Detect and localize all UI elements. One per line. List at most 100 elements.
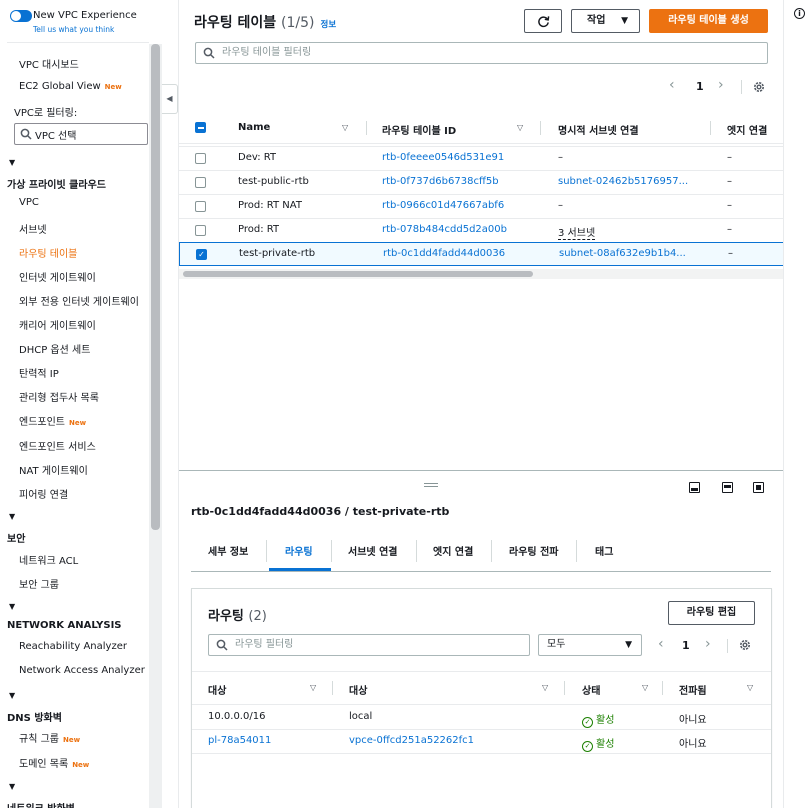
nav-route-tables[interactable]: 라우팅 테이블 — [19, 245, 77, 260]
cell-target[interactable]: vpce-0ffcd251a52262fc1 — [349, 735, 474, 746]
nav-internet-gateway[interactable]: 인터넷 게이트웨이 — [19, 269, 96, 284]
section-network-firewall[interactable]: 네트워크 방화벽 — [7, 800, 75, 808]
table-row[interactable]: test-public-rtb rtb-0f737d6b6738cff5b su… — [179, 170, 784, 194]
nav-endpoints[interactable]: 엔드포인트 New — [19, 413, 86, 428]
nav-subnets[interactable]: 서브넷 — [19, 221, 47, 236]
prev-page-icon[interactable]: ‹ — [669, 77, 675, 93]
nav-rule-groups[interactable]: 규칙 그룹 New — [19, 730, 80, 745]
create-route-table-button[interactable]: 라우팅 테이블 생성 — [649, 9, 768, 33]
col-target[interactable]: 대상 — [349, 682, 367, 697]
caret-down-icon[interactable]: ▼ — [9, 691, 15, 700]
sort-icon[interactable]: ▽ — [517, 123, 523, 132]
nav-vpc-dashboard[interactable]: VPC 대시보드 — [19, 56, 79, 71]
cell-route-table-id[interactable]: rtb-078b484cdd5d2a00b — [382, 224, 507, 235]
select-all-checkbox[interactable] — [195, 122, 206, 133]
panel-bottom-icon[interactable] — [689, 482, 700, 493]
cell-route-table-id[interactable]: rtb-0c1dd4fadd44d0036 — [383, 248, 505, 259]
horizontal-scrollbar[interactable] — [183, 271, 533, 277]
table-row[interactable]: Dev: RT rtb-0feeee0546d531e91 – – — [179, 146, 784, 170]
row-checkbox[interactable] — [195, 153, 206, 164]
resize-handle-icon[interactable] — [424, 483, 438, 487]
tab-details[interactable]: 세부 정보 — [208, 543, 248, 558]
sort-icon[interactable]: ▽ — [747, 683, 753, 692]
info-icon[interactable]: i — [794, 8, 805, 19]
cell-destination[interactable]: pl-78a54011 — [208, 735, 271, 746]
nav-endpoint-services[interactable]: 엔드포인트 서비스 — [19, 438, 96, 453]
tab-route-propagation[interactable]: 라우팅 전파 — [509, 543, 558, 558]
cell-subnet[interactable]: 3 서브넷 — [558, 224, 596, 240]
cell-route-table-id[interactable]: rtb-0feeee0546d531e91 — [382, 152, 504, 163]
prev-page-icon[interactable]: ‹ — [658, 636, 664, 652]
col-route-table-id[interactable]: 라우팅 테이블 ID — [382, 122, 456, 137]
section-network-analysis[interactable]: NETWORK ANALYSIS — [7, 620, 122, 631]
page-number[interactable]: 1 — [696, 80, 704, 93]
caret-down-icon[interactable]: ▼ — [9, 782, 15, 791]
col-propagated[interactable]: 전파됨 — [679, 682, 707, 697]
row-checkbox[interactable] — [195, 177, 206, 188]
section-dns-firewall[interactable]: DNS 방화벽 — [7, 709, 62, 724]
sort-icon[interactable]: ▽ — [342, 123, 348, 132]
row-checkbox[interactable] — [195, 201, 206, 212]
nav-network-acl[interactable]: 네트워크 ACL — [19, 552, 78, 567]
row-checkbox-checked[interactable]: ✓ — [196, 249, 207, 260]
page-number[interactable]: 1 — [682, 639, 690, 652]
tab-tags[interactable]: 태그 — [595, 543, 613, 558]
nav-peering[interactable]: 피어링 연결 — [19, 486, 68, 501]
feedback-link[interactable]: Tell us what you think — [33, 25, 114, 34]
actions-dropdown[interactable]: 작업 ▼ — [571, 9, 640, 33]
section-security[interactable]: 보안 — [7, 530, 25, 545]
col-explicit-subnet[interactable]: 명시적 서브넷 연결 — [558, 122, 639, 137]
sort-icon[interactable]: ▽ — [542, 683, 548, 692]
tab-edge-associations[interactable]: 엣지 연결 — [433, 543, 473, 558]
gear-icon[interactable] — [752, 80, 766, 94]
sidebar-scrollbar[interactable] — [151, 44, 160, 530]
nav-nat-gateway[interactable]: NAT 게이트웨이 — [19, 462, 88, 477]
cell-subnet[interactable]: subnet-08af632e9b1b4... — [559, 248, 686, 259]
col-status[interactable]: 상태 — [582, 682, 600, 697]
sort-icon[interactable]: ▽ — [642, 683, 648, 692]
next-page-icon[interactable]: › — [705, 636, 711, 652]
nav-domain-lists[interactable]: 도메인 목록 New — [19, 755, 89, 770]
cell-subnet[interactable]: subnet-02462b5176957... — [558, 176, 688, 187]
tab-routes[interactable]: 라우팅 — [285, 543, 313, 558]
vpc-select[interactable]: VPC 선택 — [14, 123, 148, 145]
new-experience-toggle[interactable] — [10, 10, 32, 22]
refresh-button[interactable] — [524, 9, 562, 33]
nav-reachability-analyzer[interactable]: Reachability Analyzer — [19, 641, 127, 652]
nav-elastic-ip[interactable]: 탄력적 IP — [19, 365, 59, 380]
nav-security-groups[interactable]: 보안 그룹 — [19, 576, 59, 591]
cell-route-table-id[interactable]: rtb-0f737d6b6738cff5b — [382, 176, 499, 187]
next-page-icon[interactable]: › — [718, 77, 724, 93]
table-row[interactable]: Prod: RT rtb-078b484cdd5d2a00b 3 서브넷 – — [179, 218, 784, 242]
panel-fullscreen-icon[interactable] — [753, 482, 764, 493]
sort-icon[interactable]: ▽ — [310, 683, 316, 692]
info-link[interactable]: 정보 — [321, 20, 337, 30]
collapse-sidebar-button[interactable]: ◀ — [162, 84, 178, 114]
col-name[interactable]: Name — [238, 122, 270, 133]
row-checkbox[interactable] — [195, 225, 206, 236]
routes-search-input[interactable]: 라우팅 필터링 — [208, 634, 530, 656]
nav-carrier-gateway[interactable]: 캐리어 게이트웨이 — [19, 317, 96, 332]
routes-filter-select[interactable]: 모두 ▼ — [538, 634, 642, 656]
caret-down-icon[interactable]: ▼ — [9, 158, 15, 167]
nav-network-access-analyzer[interactable]: Network Access Analyzer — [19, 665, 145, 676]
route-table-search-input[interactable]: 라우팅 테이블 필터링 — [195, 42, 768, 64]
col-edge-association[interactable]: 엣지 연결 — [727, 122, 767, 137]
tab-subnet-associations[interactable]: 서브넷 연결 — [348, 543, 397, 558]
nav-egress-only-gateway[interactable]: 외부 전용 인터넷 게이트웨이 — [19, 293, 139, 308]
split-panel-divider[interactable] — [179, 470, 784, 471]
edit-routes-button[interactable]: 라우팅 편집 — [668, 601, 755, 625]
panel-side-icon[interactable] — [722, 482, 733, 493]
cell-route-table-id[interactable]: rtb-0966c01d47667abf6 — [382, 200, 504, 211]
nav-ec2-global-view[interactable]: EC2 Global View New — [19, 81, 122, 92]
nav-dhcp-options[interactable]: DHCP 옵션 세트 — [19, 341, 90, 356]
nav-prefix-lists[interactable]: 관리형 접두사 목록 — [19, 389, 99, 404]
table-row-selected[interactable]: ✓ test-private-rtb rtb-0c1dd4fadd44d0036… — [179, 242, 784, 266]
caret-down-icon[interactable]: ▼ — [9, 602, 15, 611]
table-row[interactable]: Prod: RT NAT rtb-0966c01d47667abf6 – – — [179, 194, 784, 218]
caret-down-icon[interactable]: ▼ — [9, 512, 15, 521]
section-private-cloud[interactable]: 가상 프라이빗 클라우드 — [7, 176, 106, 191]
nav-vpc[interactable]: VPC — [19, 197, 39, 208]
col-destination[interactable]: 대상 — [208, 682, 226, 697]
gear-icon[interactable] — [738, 638, 752, 652]
